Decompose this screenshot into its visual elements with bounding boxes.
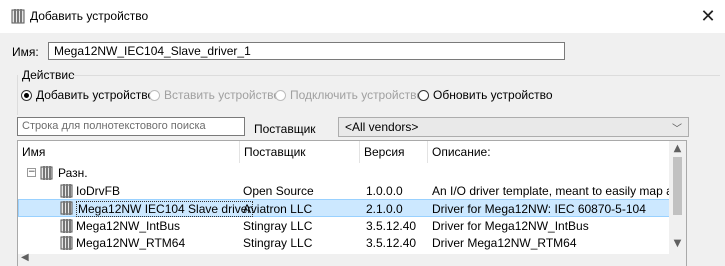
collapse-icon[interactable]: − bbox=[27, 168, 36, 177]
vendor-label: Поставщик bbox=[254, 122, 316, 136]
device-name: Mega12NW_IntBus bbox=[76, 219, 181, 233]
device-version: 3.5.12.40 bbox=[366, 219, 417, 233]
radio-dot bbox=[275, 89, 286, 101]
radio-label: Обновить устройство bbox=[433, 88, 553, 102]
chevron-down-icon: ﹀ bbox=[672, 124, 682, 135]
radio-dot bbox=[418, 89, 429, 101]
table-row[interactable]: IoDrvFB Open Source 1.0.0.0 An I/O drive… bbox=[18, 182, 670, 200]
device-description: Driver for Mega12NW: IEC 60870-5-104 bbox=[432, 202, 646, 216]
device-description: Driver Mega12NW_RTM64 bbox=[432, 236, 577, 250]
column-header-version[interactable]: Версия bbox=[360, 141, 428, 163]
table-row[interactable]: Mega12NW_RTM64 Stingray LLC 3.5.12.40 Dr… bbox=[18, 234, 670, 252]
group-label: Разн. bbox=[58, 166, 88, 180]
group-border bbox=[17, 75, 18, 115]
radio-add-device[interactable]: Добавить устройство bbox=[21, 88, 154, 102]
radio-plug-device[interactable]: Подключить устройство bbox=[275, 88, 423, 102]
device-icon bbox=[60, 219, 73, 233]
column-header-description[interactable]: Описание: bbox=[428, 141, 670, 163]
action-group-label: Действие bbox=[22, 68, 75, 82]
device-description: Driver for Mega12NW_IntBus bbox=[432, 219, 589, 233]
close-button[interactable]: ✕ bbox=[691, 0, 725, 33]
device-icon bbox=[60, 236, 73, 250]
radio-dot bbox=[149, 89, 160, 101]
device-name: Mega12NW IEC104 Slave driver bbox=[76, 201, 254, 217]
vendor-dropdown[interactable]: <All vendors> ﹀ bbox=[338, 117, 689, 137]
name-input[interactable]: Mega12NW_IEC104_Slave_driver_1 bbox=[48, 42, 565, 60]
radio-label: Подключить устройство bbox=[290, 88, 424, 102]
scroll-left-icon[interactable]: ◀ bbox=[21, 252, 29, 263]
radio-label: Вставить устройство bbox=[164, 88, 281, 102]
folder-device-icon bbox=[40, 166, 53, 180]
vendor-selected: <All vendors> bbox=[345, 120, 419, 134]
device-name: Mega12NW_RTM64 bbox=[76, 236, 186, 250]
close-icon: ✕ bbox=[700, 6, 716, 27]
name-label: Имя: bbox=[12, 45, 39, 59]
vertical-scrollbar[interactable]: ▲ ▼ bbox=[669, 141, 686, 266]
column-header-name[interactable]: Имя bbox=[18, 141, 240, 163]
window-title: Добавить устройство bbox=[30, 9, 149, 23]
horizontal-scrollbar[interactable]: ◀ bbox=[18, 252, 670, 266]
device-vendor: Aviatron LLC bbox=[243, 202, 313, 216]
device-icon bbox=[60, 201, 73, 215]
device-vendor: Stingray LLC bbox=[243, 236, 313, 250]
table-row[interactable]: Mega12NW_IntBus Stingray LLC 3.5.12.40 D… bbox=[18, 217, 670, 235]
radio-dot bbox=[21, 89, 32, 101]
device-version: 1.0.0.0 bbox=[366, 184, 403, 198]
scroll-down-icon[interactable]: ▼ bbox=[669, 238, 686, 249]
group-divider bbox=[70, 75, 720, 76]
device-icon bbox=[11, 9, 25, 24]
column-header-vendor[interactable]: Поставщик bbox=[240, 141, 360, 163]
scroll-up-icon[interactable]: ▲ bbox=[669, 143, 686, 154]
title-bar: Добавить устройство ✕ bbox=[0, 0, 725, 33]
device-vendor: Stingray LLC bbox=[243, 219, 313, 233]
device-tree[interactable]: Имя Поставщик Версия Описание: − Разн. I… bbox=[17, 140, 687, 266]
tree-group-row[interactable]: − Разн. bbox=[18, 164, 670, 182]
fulltext-search-input[interactable]: Строка для полнотекстового поиска bbox=[17, 117, 245, 136]
device-name: IoDrvFB bbox=[76, 184, 121, 198]
table-row-selected[interactable]: Mega12NW IEC104 Slave driver Aviatron LL… bbox=[18, 199, 670, 217]
radio-label: Добавить устройство bbox=[36, 88, 155, 102]
radio-insert-device[interactable]: Вставить устройство bbox=[149, 88, 280, 102]
scroll-thumb[interactable] bbox=[673, 157, 682, 215]
device-vendor: Open Source bbox=[243, 184, 314, 198]
device-icon bbox=[60, 184, 73, 198]
device-version: 2.1.0.0 bbox=[366, 202, 403, 216]
radio-update-device[interactable]: Обновить устройство bbox=[418, 88, 553, 102]
device-description: An I/O driver template, meant to easily … bbox=[432, 184, 670, 198]
device-version: 3.5.12.40 bbox=[366, 236, 417, 250]
